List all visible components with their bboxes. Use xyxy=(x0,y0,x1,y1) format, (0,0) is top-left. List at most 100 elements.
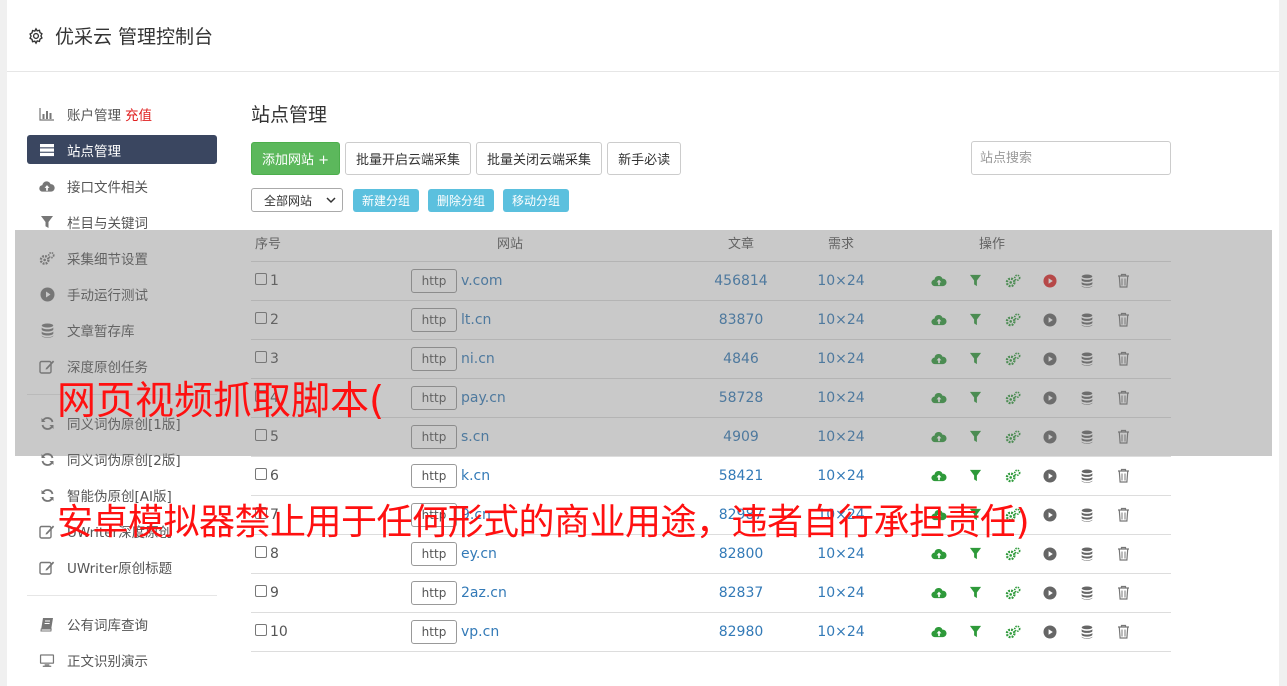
guide-button[interactable]: 新手必读 xyxy=(607,141,682,175)
filter-icon[interactable] xyxy=(967,584,985,602)
filter-icon[interactable] xyxy=(967,428,985,446)
cogs-icon[interactable] xyxy=(1004,584,1022,602)
cloud-upload-icon[interactable] xyxy=(930,467,948,485)
site-link[interactable]: v.com xyxy=(461,273,503,289)
add-site-button[interactable]: 添加网站 + xyxy=(251,141,341,175)
play-icon[interactable] xyxy=(1041,428,1059,446)
delete-group-button[interactable]: 删除分组 xyxy=(428,188,495,212)
row-checkbox[interactable] xyxy=(255,428,267,441)
sidebar-item-items-0[interactable]: 账户管理 充值 xyxy=(27,96,217,132)
row-checkbox[interactable] xyxy=(255,545,267,558)
database-icon[interactable] xyxy=(1078,350,1096,368)
filter-icon[interactable] xyxy=(967,506,985,524)
batch-close-cloud-button[interactable]: 批量关闭云端采集 xyxy=(476,141,603,175)
cogs-icon[interactable] xyxy=(1004,311,1022,329)
trash-icon[interactable] xyxy=(1115,311,1133,329)
move-group-button[interactable]: 移动分组 xyxy=(503,188,570,212)
new-group-button[interactable]: 新建分组 xyxy=(353,188,420,212)
cloud-upload-icon[interactable] xyxy=(930,272,948,290)
trash-icon[interactable] xyxy=(1115,545,1133,563)
cogs-icon[interactable] xyxy=(1004,506,1022,524)
filter-icon[interactable] xyxy=(967,311,985,329)
batch-open-cloud-button[interactable]: 批量开启云端采集 xyxy=(345,141,472,175)
cloud-upload-icon[interactable] xyxy=(930,350,948,368)
sidebar-item-items-5[interactable]: 手动运行测试 xyxy=(27,276,217,312)
site-link[interactable]: s.cn xyxy=(461,429,489,445)
site-search-input[interactable] xyxy=(971,141,1171,175)
play-icon[interactable] xyxy=(1041,311,1059,329)
cloud-upload-icon[interactable] xyxy=(930,584,948,602)
filter-icon[interactable] xyxy=(967,350,985,368)
row-checkbox[interactable] xyxy=(255,623,267,636)
trash-icon[interactable] xyxy=(1115,428,1133,446)
article-count[interactable]: 456814 xyxy=(691,261,791,301)
sidebar-item-items-4[interactable]: 采集细节设置 xyxy=(27,240,217,276)
database-icon[interactable] xyxy=(1078,272,1096,290)
trash-icon[interactable] xyxy=(1115,389,1133,407)
row-checkbox[interactable] xyxy=(255,467,267,480)
article-count[interactable]: 4846 xyxy=(691,339,791,379)
site-link[interactable]: lt.cn xyxy=(461,312,491,328)
site-link[interactable]: vp.cn xyxy=(461,624,499,640)
play-icon[interactable] xyxy=(1041,467,1059,485)
demand-value[interactable]: 10×24 xyxy=(791,573,891,613)
demand-value[interactable]: 10×24 xyxy=(791,456,891,496)
filter-icon[interactable] xyxy=(967,272,985,290)
trash-icon[interactable] xyxy=(1115,350,1133,368)
sidebar-item-items3-0[interactable]: 公有词库查询 xyxy=(27,606,217,642)
row-checkbox[interactable] xyxy=(255,389,267,402)
row-checkbox[interactable] xyxy=(255,350,267,363)
play-icon[interactable] xyxy=(1041,350,1059,368)
play-icon[interactable] xyxy=(1041,389,1059,407)
site-link[interactable]: 9.cn xyxy=(461,507,491,523)
row-checkbox[interactable] xyxy=(255,584,267,597)
sidebar-item-items2-0[interactable]: 同义词伪原创[1版] xyxy=(27,405,217,441)
sidebar-item-items-1[interactable]: 站点管理 xyxy=(27,135,217,164)
site-link[interactable]: pay.cn xyxy=(461,390,506,406)
database-icon[interactable] xyxy=(1078,623,1096,641)
trash-icon[interactable] xyxy=(1115,272,1133,290)
play-icon[interactable] xyxy=(1041,623,1059,641)
recharge-link[interactable]: 充值 xyxy=(125,104,152,124)
group-select[interactable]: 全部网站 xyxy=(251,188,343,212)
filter-icon[interactable] xyxy=(967,389,985,407)
demand-value[interactable]: 10×24 xyxy=(791,339,891,379)
sidebar-item-items2-4[interactable]: UWriter原创标题 xyxy=(27,549,217,585)
database-icon[interactable] xyxy=(1078,428,1096,446)
cogs-icon[interactable] xyxy=(1004,545,1022,563)
article-count[interactable]: 58728 xyxy=(691,378,791,418)
demand-value[interactable]: 10×24 xyxy=(791,378,891,418)
article-count[interactable]: 4909 xyxy=(691,417,791,457)
cogs-icon[interactable] xyxy=(1004,467,1022,485)
filter-icon[interactable] xyxy=(967,467,985,485)
cloud-upload-icon[interactable] xyxy=(930,389,948,407)
play-icon[interactable] xyxy=(1041,584,1059,602)
cogs-icon[interactable] xyxy=(1004,272,1022,290)
database-icon[interactable] xyxy=(1078,545,1096,563)
article-count[interactable]: 83870 xyxy=(691,300,791,340)
site-link[interactable]: ni.cn xyxy=(461,351,495,367)
demand-value[interactable]: 10×24 xyxy=(791,612,891,652)
article-count[interactable]: 82800 xyxy=(691,534,791,574)
demand-value[interactable]: 10×24 xyxy=(791,300,891,340)
demand-value[interactable]: 10×24 xyxy=(791,495,891,535)
play-icon[interactable] xyxy=(1041,272,1059,290)
cloud-upload-icon[interactable] xyxy=(930,506,948,524)
cogs-icon[interactable] xyxy=(1004,428,1022,446)
cogs-icon[interactable] xyxy=(1004,623,1022,641)
database-icon[interactable] xyxy=(1078,467,1096,485)
sidebar-item-items-6[interactable]: 文章暂存库 xyxy=(27,312,217,348)
play-icon[interactable] xyxy=(1041,506,1059,524)
sidebar-item-items2-1[interactable]: 同义词伪原创[2版] xyxy=(27,441,217,477)
sidebar-item-items2-3[interactable]: UWriter深度原创 xyxy=(27,513,217,549)
demand-value[interactable]: 10×24 xyxy=(791,534,891,574)
sidebar-item-items-3[interactable]: 栏目与关键词 xyxy=(27,204,217,240)
article-count[interactable]: 82980 xyxy=(691,612,791,652)
cloud-upload-icon[interactable] xyxy=(930,311,948,329)
sidebar-item-items2-2[interactable]: 智能伪原创[AI版] xyxy=(27,477,217,513)
filter-icon[interactable] xyxy=(967,623,985,641)
demand-value[interactable]: 10×24 xyxy=(791,417,891,457)
cloud-upload-icon[interactable] xyxy=(930,428,948,446)
database-icon[interactable] xyxy=(1078,311,1096,329)
cogs-icon[interactable] xyxy=(1004,389,1022,407)
